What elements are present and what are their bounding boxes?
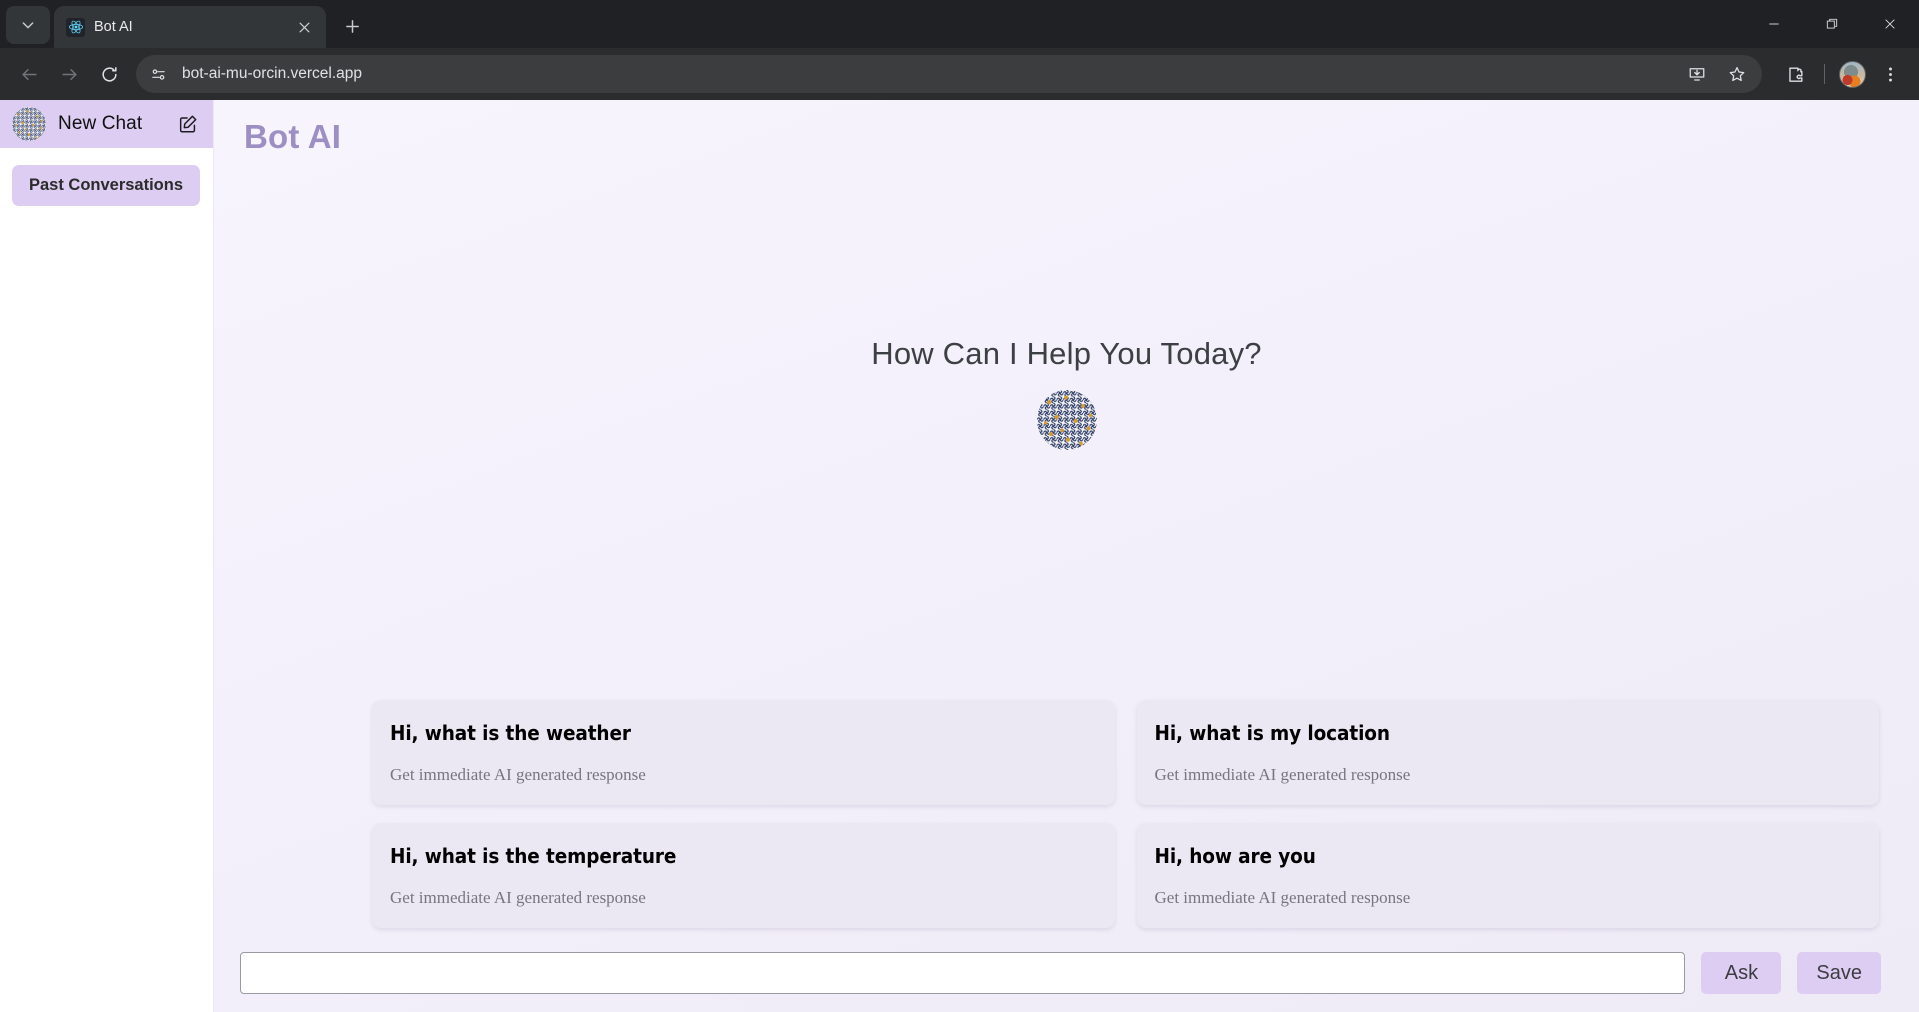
tab-strip: Bot AI (0, 0, 1919, 48)
composer: Ask Save (214, 942, 1919, 1012)
tab-search-button[interactable] (6, 6, 50, 44)
card-title: Hi, what is my location (1154, 721, 1391, 745)
address-bar[interactable]: bot-ai-mu-orcin.vercel.app (136, 55, 1762, 93)
card-subtitle: Get immediate AI generated response (390, 888, 646, 907)
suggestion-card[interactable]: Hi, how are you Get immediate AI generat… (1136, 823, 1879, 928)
star-icon (1729, 66, 1745, 82)
card-subtitle: Get immediate AI generated response (1154, 888, 1411, 907)
tab-title: Bot AI (94, 19, 133, 35)
card-title: Hi, what is the temperature (390, 844, 677, 868)
chrome-menu-button[interactable] (1871, 55, 1909, 93)
close-icon (299, 22, 309, 32)
close-window-button[interactable] (1861, 0, 1919, 48)
suggestion-card[interactable]: Hi, what is my location Get immediate AI… (1136, 700, 1879, 805)
suggestion-card[interactable]: Hi, what is the weather Get immediate AI… (372, 700, 1115, 805)
hero-section: How Can I Help You Today? (214, 156, 1919, 700)
card-subtitle: Get immediate AI generated response (1154, 765, 1411, 784)
bot-avatar-icon (12, 107, 46, 141)
new-tab-button[interactable] (335, 9, 369, 43)
back-button[interactable] (10, 55, 48, 93)
hero-question: How Can I Help You Today? (871, 336, 1262, 371)
react-logo-icon (66, 17, 85, 37)
omnibox-actions (1678, 55, 1756, 93)
install-app-button[interactable] (1678, 55, 1716, 93)
minimize-window-button[interactable] (1745, 0, 1803, 48)
suggestion-card[interactable]: Hi, what is the temperature Get immediat… (372, 823, 1115, 928)
suggestion-cards: Hi, what is the weather Get immediate AI… (214, 700, 1919, 928)
past-conversations-button[interactable]: Past Conversations (12, 165, 200, 206)
close-icon (1885, 19, 1895, 29)
site-info-button[interactable] (144, 60, 173, 89)
chevron-down-icon (22, 22, 34, 29)
ask-button[interactable]: Ask (1701, 952, 1782, 994)
minimize-icon (1769, 23, 1779, 25)
edit-square-pencil-icon[interactable] (177, 113, 199, 135)
toolbar-divider (1824, 64, 1825, 84)
install-desktop-icon (1689, 68, 1705, 81)
card-subtitle: Get immediate AI generated response (390, 765, 646, 784)
card-title: Hi, what is the weather (390, 721, 631, 745)
browser-tab[interactable]: Bot AI (54, 6, 326, 48)
browser-toolbar: bot-ai-mu-orcin.vercel.app (0, 48, 1919, 100)
reload-button[interactable] (90, 55, 128, 93)
toolbar-right (1772, 55, 1909, 93)
browser-window: Bot AI bot-ai-mu-orcin.vercel.app New Ch… (0, 0, 1919, 1012)
reload-icon (101, 66, 117, 82)
card-title: Hi, how are you (1154, 844, 1316, 868)
page-viewport: New Chat Past Conversations Bot AI How C… (0, 100, 1919, 1012)
arrow-right-icon (61, 68, 77, 80)
sidebar: New Chat Past Conversations (0, 100, 214, 1012)
maximize-window-button[interactable] (1803, 0, 1861, 48)
bot-avatar-icon (1036, 390, 1097, 450)
arrow-left-icon (21, 68, 37, 80)
tune-sliders-icon (152, 68, 165, 80)
window-controls (1745, 0, 1919, 48)
three-dot-menu-icon (1888, 67, 1892, 81)
main-content: Bot AI How Can I Help You Today? Hi, wha… (214, 100, 1919, 1012)
puzzle-piece-icon (1788, 66, 1803, 82)
plus-icon (345, 19, 359, 33)
new-chat-button[interactable]: New Chat (0, 100, 213, 148)
bookmark-button[interactable] (1718, 55, 1756, 93)
profile-button[interactable] (1835, 57, 1869, 91)
restore-icon (1826, 18, 1838, 29)
avatar (1838, 60, 1866, 88)
forward-button[interactable] (50, 55, 88, 93)
close-tab-button[interactable] (292, 15, 316, 39)
new-chat-label: New Chat (58, 113, 143, 134)
save-button[interactable]: Save (1797, 952, 1881, 994)
prompt-input[interactable] (240, 952, 1686, 994)
url-text: bot-ai-mu-orcin.vercel.app (182, 65, 363, 82)
page-title: Bot AI (244, 118, 342, 155)
extensions-button[interactable] (1776, 55, 1814, 93)
